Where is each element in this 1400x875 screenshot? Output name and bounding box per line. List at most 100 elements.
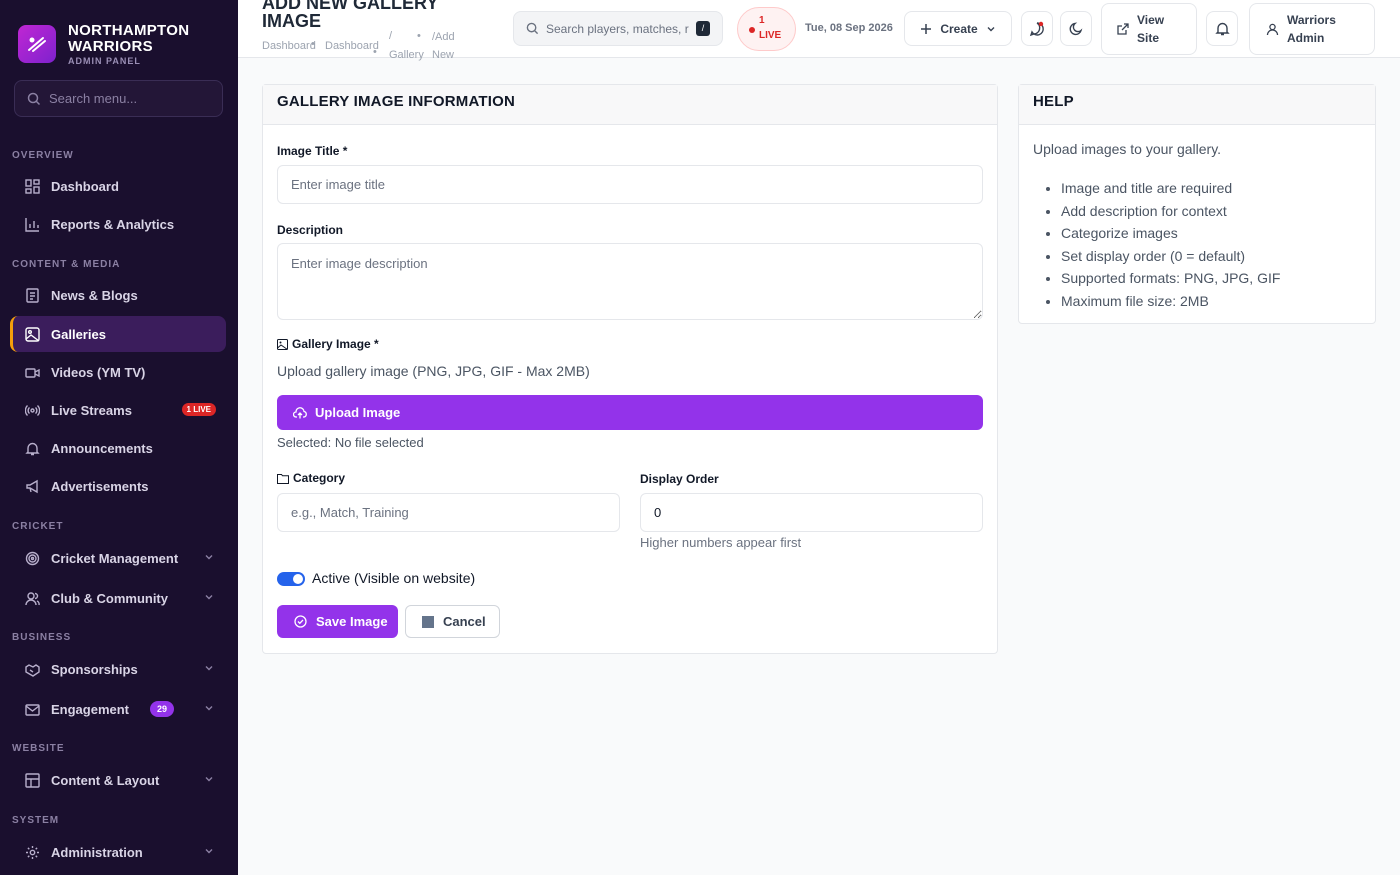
breadcrumb-current: New <box>432 49 455 61</box>
sidebar-item-advertisements[interactable]: Advertisements <box>10 468 226 504</box>
layout-icon <box>24 772 40 788</box>
breadcrumb-separator: • <box>311 38 315 50</box>
cancel-button[interactable]: Cancel <box>405 605 500 638</box>
chevron-down-icon <box>205 595 213 600</box>
image-icon <box>277 338 288 350</box>
breadcrumb: Dashboard • Dashboard / • • Gallery /Add… <box>262 30 482 61</box>
sidebar-search-input[interactable] <box>49 91 209 106</box>
nav-section-cricket: CRICKET <box>12 521 64 532</box>
sidebar-item-engagement[interactable]: Engagement 29 <box>10 691 226 727</box>
user-menu-button[interactable]: Warriors Admin <box>1249 3 1375 55</box>
help-tip: Categorize images <box>1061 222 1280 245</box>
help-heading: HELP <box>1019 85 1375 125</box>
chevron-down-icon <box>987 26 995 31</box>
gallery-form-card: GALLERY IMAGE INFORMATION Image Title * … <box>262 84 998 654</box>
gallery-image-label: Gallery Image * <box>292 337 379 351</box>
sidebar-item-label: Content & Layout <box>51 772 160 788</box>
nav-section-system: SYSTEM <box>12 815 60 826</box>
nav-section-content: CONTENT & MEDIA <box>12 259 121 270</box>
selected-file-status: Selected: No file selected <box>277 435 424 450</box>
notifications-button[interactable] <box>1206 11 1238 46</box>
page-title: ADD NEW GALLERY IMAGE <box>262 0 439 31</box>
search-icon <box>27 92 41 105</box>
live-indicator[interactable]: 1 LIVE <box>737 7 796 51</box>
nav-section-business: BUSINESS <box>12 632 72 643</box>
sidebar-item-content-layout[interactable]: Content & Layout <box>10 762 226 798</box>
view-site-button[interactable]: View Site <box>1101 3 1197 55</box>
live-badge: 1 LIVE <box>181 403 216 416</box>
upload-image-label: Upload Image <box>315 405 401 420</box>
sidebar-item-dashboard[interactable]: Dashboard <box>10 168 226 204</box>
save-image-label: Save Image <box>316 614 388 629</box>
sidebar-item-reports[interactable]: Reports & Analytics <box>10 206 226 242</box>
folder-icon <box>277 473 289 484</box>
cloud-upload-icon <box>293 406 307 418</box>
display-order-label: Display Order <box>640 472 719 486</box>
chevron-down-icon <box>205 849 213 854</box>
global-search[interactable]: / <box>513 11 723 46</box>
view-site-label: View Site <box>1137 13 1165 45</box>
moon-icon <box>1069 22 1082 36</box>
active-toggle-label: Active (Visible on website) <box>312 570 476 586</box>
sidebar-item-live-streams[interactable]: Live Streams 1 LIVE <box>10 392 226 428</box>
mail-icon <box>24 701 40 717</box>
sidebar-item-sponsorships[interactable]: Sponsorships <box>10 651 226 687</box>
sidebar-item-cricket-management[interactable]: Cricket Management <box>10 540 226 576</box>
sidebar-item-announcements[interactable]: Announcements <box>10 430 226 466</box>
upload-image-button[interactable]: Upload Image <box>277 395 983 430</box>
help-tip: Image and title are required <box>1061 177 1280 200</box>
live-count: 1 <box>759 15 765 26</box>
create-button[interactable]: Create <box>904 11 1012 46</box>
breadcrumb-link[interactable]: Dashboard <box>262 40 316 52</box>
global-search-input[interactable] <box>546 21 691 36</box>
sidebar-item-label: Galleries <box>51 326 106 342</box>
sidebar-item-videos[interactable]: Videos (YM TV) <box>10 354 226 390</box>
help-card: HELP Upload images to your gallery. Imag… <box>1018 84 1376 324</box>
chat-icon <box>1029 21 1044 36</box>
category-label: Category <box>293 471 346 485</box>
sidebar-item-label: News & Blogs <box>51 287 138 303</box>
form-heading: GALLERY IMAGE INFORMATION <box>263 85 997 125</box>
top-header: ADD NEW GALLERY IMAGE Dashboard • Dashbo… <box>238 0 1400 61</box>
active-toggle[interactable] <box>277 572 305 586</box>
user-name: Warriors Admin <box>1287 13 1336 45</box>
category-input[interactable] <box>277 493 620 532</box>
image-title-input[interactable] <box>277 165 983 204</box>
sidebar-item-label: Reports & Analytics <box>51 216 175 232</box>
gallery-image-label-row: Gallery Image * <box>277 337 379 351</box>
create-label: Create <box>940 21 978 36</box>
help-tip: Add description for context <box>1061 200 1280 223</box>
gear-icon <box>24 844 40 860</box>
sidebar-item-club-community[interactable]: Club & Community <box>10 580 226 616</box>
sidebar-item-galleries[interactable]: Galleries <box>10 316 226 352</box>
sidebar-item-label: Dashboard <box>51 178 119 194</box>
sidebar-item-label: Sponsorships <box>51 661 138 677</box>
sidebar-item-news[interactable]: News & Blogs <box>10 277 226 313</box>
chevron-down-icon <box>205 666 213 671</box>
sidebar-item-label: Administration <box>51 844 143 860</box>
brand-logo-icon <box>18 25 56 63</box>
chevron-down-icon <box>205 555 213 560</box>
description-textarea[interactable] <box>277 243 983 320</box>
brand-subtitle: ADMIN PANEL <box>68 55 141 66</box>
sidebar-item-label: Announcements <box>51 440 153 456</box>
breadcrumb-link[interactable]: Dashboard <box>325 40 379 52</box>
image-title-label: Image Title * <box>277 144 348 158</box>
sidebar-item-administration[interactable]: Administration <box>10 834 226 870</box>
bar-chart-icon <box>24 216 40 232</box>
brand-name: NORTHAMPTON WARRIORS <box>68 21 190 55</box>
breadcrumb-separator: • <box>373 46 377 58</box>
display-order-input[interactable] <box>640 493 983 532</box>
search-shortcut-key: / <box>696 21 710 36</box>
save-image-button[interactable]: Save Image <box>277 605 398 638</box>
theme-toggle-button[interactable] <box>1060 11 1092 46</box>
messages-button[interactable] <box>1021 11 1053 46</box>
breadcrumb-link[interactable]: Gallery <box>389 49 424 61</box>
sidebar-search[interactable] <box>14 80 223 117</box>
user-icon <box>1266 23 1279 35</box>
current-date: Tue, 08 Sep 2026 <box>805 22 893 34</box>
breadcrumb-current: /Add <box>432 31 455 43</box>
brand[interactable]: NORTHAMPTON WARRIORS ADMIN PANEL <box>0 0 238 72</box>
newspaper-icon <box>24 287 40 303</box>
display-order-hint: Higher numbers appear first <box>640 535 802 550</box>
